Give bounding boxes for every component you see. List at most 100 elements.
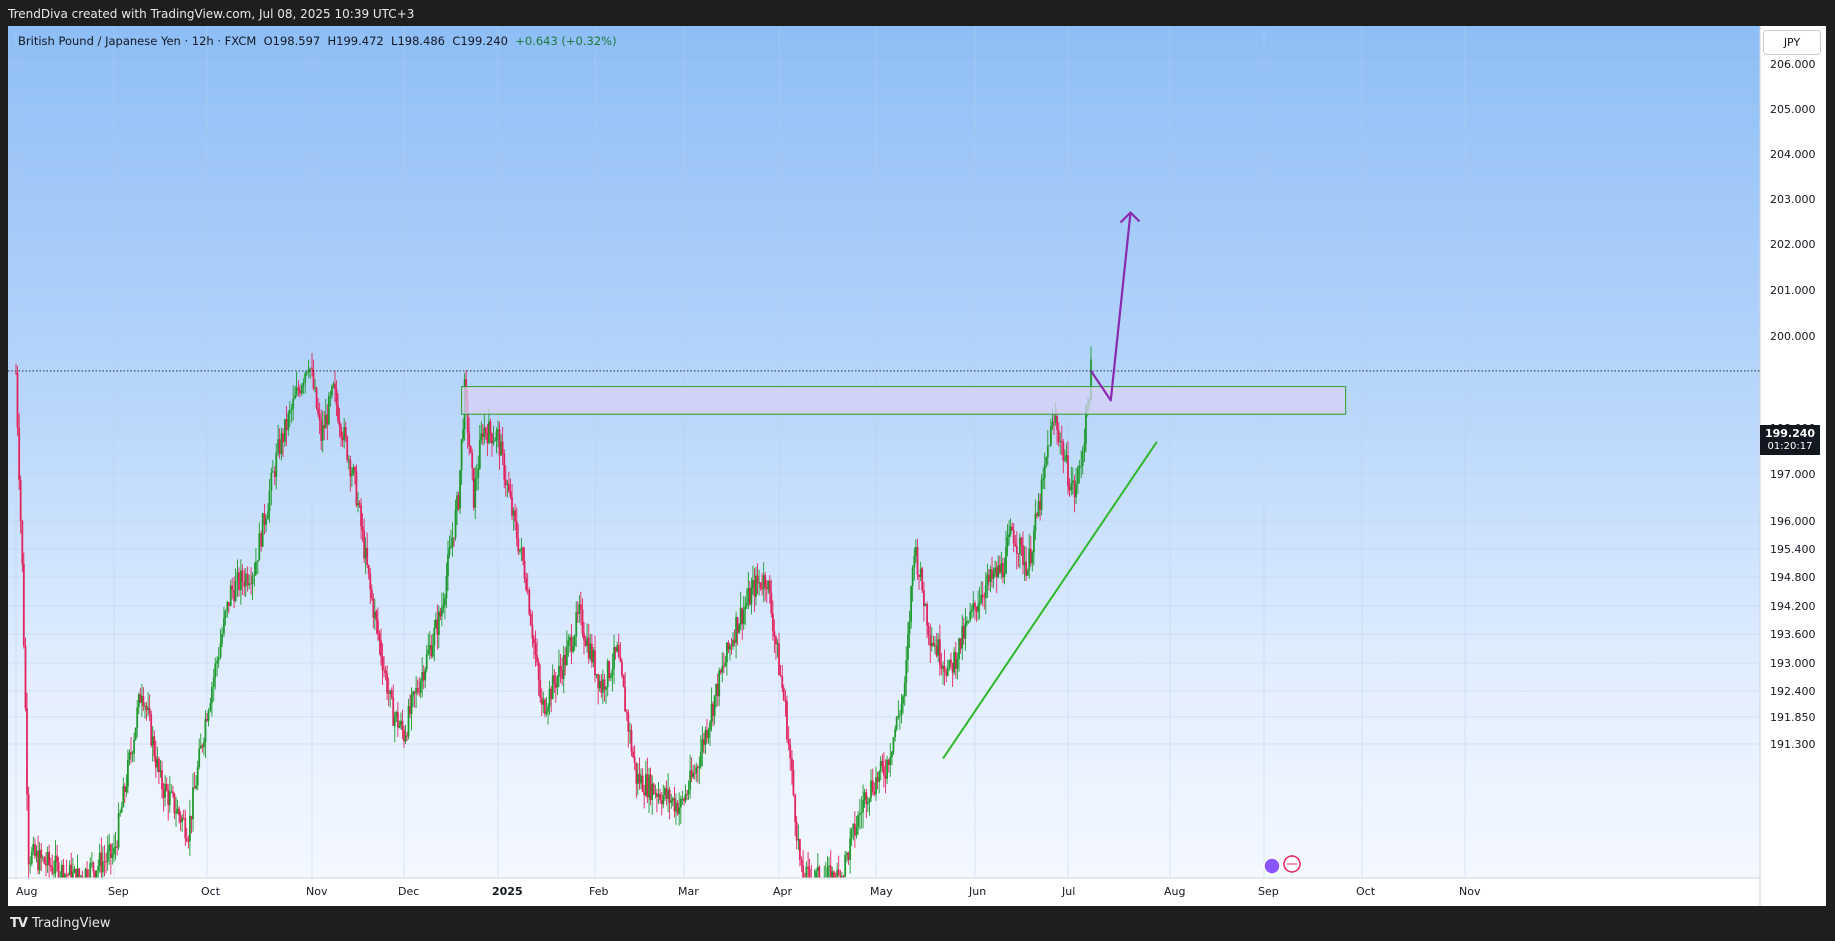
ohlc-low: L198.486 <box>391 34 445 48</box>
candle-body <box>302 382 305 386</box>
candle-body <box>483 427 486 437</box>
candle-body <box>1083 443 1086 452</box>
candle-body <box>238 572 240 591</box>
candle-body <box>486 433 489 444</box>
candle-body <box>161 770 163 790</box>
candle-body <box>367 564 370 574</box>
candle-body <box>619 656 622 662</box>
candle-body <box>767 580 770 590</box>
candle-body <box>185 838 188 841</box>
candle-body <box>833 871 835 878</box>
candle-body <box>881 761 884 767</box>
candle-body <box>943 665 946 672</box>
candle-body <box>334 383 336 390</box>
candle-body <box>698 766 701 768</box>
candle-body <box>515 521 518 539</box>
candle-body <box>992 573 995 579</box>
candle-body <box>878 771 881 782</box>
candle-body <box>938 639 941 666</box>
candle-body <box>158 758 160 773</box>
candle-body <box>221 633 223 644</box>
candle-body <box>53 873 55 875</box>
candle-body <box>454 510 457 538</box>
candle-body <box>553 675 556 684</box>
candle-body <box>1020 537 1023 545</box>
candle-body <box>823 881 825 889</box>
candle-body <box>531 625 534 639</box>
candle-body <box>57 862 60 878</box>
candle-body <box>789 744 792 759</box>
candle-body <box>605 687 607 690</box>
candle-body <box>164 783 166 798</box>
candle-body <box>76 868 79 878</box>
candle-body <box>575 612 578 637</box>
candle-body <box>106 850 109 862</box>
candle-body <box>820 885 822 888</box>
candle-body <box>1064 459 1066 461</box>
candle-body <box>805 866 808 878</box>
candle-body <box>528 589 531 615</box>
created-by-text: TrendDiva created with TradingView.com, … <box>8 7 415 21</box>
candle-body <box>879 761 882 772</box>
candle-body <box>509 491 512 498</box>
candle-body <box>862 799 864 813</box>
candle-body <box>285 419 288 431</box>
candle-body <box>312 369 315 389</box>
candle-body <box>198 748 201 767</box>
candle-body <box>1062 442 1065 461</box>
price-tick-label: 193.600 <box>1770 628 1816 641</box>
candle-body <box>1075 483 1077 498</box>
candle-body <box>1059 440 1062 442</box>
candle-body <box>324 414 327 429</box>
chart-frame[interactable]: 206.000 205.000 204.000 203.000 202.000 201.0… <box>8 26 1826 906</box>
candle-body <box>117 813 120 848</box>
candle-body <box>30 851 33 864</box>
candle-body <box>863 792 866 800</box>
ohlc-high: H199.472 <box>327 34 384 48</box>
candle-body <box>581 609 584 634</box>
candle-body <box>60 864 63 878</box>
candle-body <box>123 786 126 792</box>
candle-body <box>125 786 128 792</box>
chart-svg: 206.000 205.000 204.000 203.000 202.000 201.0… <box>8 26 1816 906</box>
last-price-label: 199.240 01:20:17 <box>1760 425 1820 455</box>
candle-body <box>962 626 965 639</box>
candle-body <box>469 445 472 453</box>
candle-body <box>781 676 784 688</box>
candle-body <box>768 580 771 593</box>
tradingview-logo[interactable]: TV TradingView <box>10 916 110 931</box>
candle-body <box>29 863 32 865</box>
candle-body <box>234 580 237 601</box>
projection-path <box>1090 212 1132 402</box>
candle-body <box>542 699 545 705</box>
candle-body <box>444 598 446 606</box>
candle-body <box>517 538 520 552</box>
candle-body <box>617 644 620 657</box>
candle-body <box>83 882 85 883</box>
candle-body <box>113 847 115 854</box>
candle-body <box>317 408 320 415</box>
symbol-legend[interactable]: British Pound / Japanese Yen · 12h · FXC… <box>18 34 617 48</box>
candle-body <box>255 561 257 575</box>
currency-button[interactable]: JPY <box>1763 30 1821 55</box>
candle-body <box>299 390 301 394</box>
candle-body <box>564 655 567 665</box>
candle-body <box>459 470 461 509</box>
candle-body <box>338 421 341 427</box>
candle-body <box>953 652 956 673</box>
candle-body <box>49 864 52 867</box>
candle-body <box>778 643 780 675</box>
candle-body <box>442 605 445 608</box>
candle-body <box>440 607 443 617</box>
candle-body <box>853 823 856 836</box>
candle-body <box>95 870 98 878</box>
candle-body <box>360 504 362 527</box>
candle-body <box>136 707 139 728</box>
candle-body <box>27 794 30 865</box>
candle-body <box>601 679 604 693</box>
candle-body <box>750 587 753 605</box>
candle-body <box>997 565 1000 578</box>
candle-body <box>253 574 256 576</box>
price-tick-label: 203.000 <box>1770 193 1816 206</box>
candle-body <box>81 875 84 878</box>
